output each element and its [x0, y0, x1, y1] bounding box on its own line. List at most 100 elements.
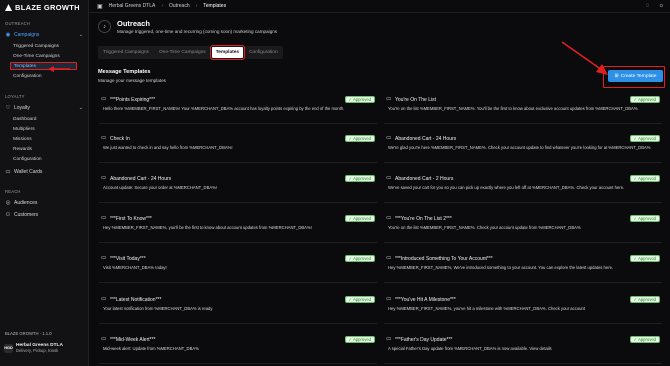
chevron-down-icon: ⌄ — [78, 104, 83, 111]
template-title: ***Father's Day Update*** — [395, 337, 453, 343]
tab-configuration[interactable]: Configuration — [245, 47, 282, 58]
message-icon: ▭ — [386, 255, 392, 261]
status-badge-label: Approved — [353, 136, 371, 141]
section-label-loyalty: LOYALTY — [5, 94, 25, 99]
sidebar-item-one-time-campaigns[interactable]: One-Time Campaigns — [13, 52, 60, 60]
sidebar-item-triggered-campaigns[interactable]: Triggered Campaigns — [13, 42, 59, 50]
check-icon: ✓ — [348, 337, 353, 342]
sidebar-item-campaigns[interactable]: ◉ Campaigns ⌄ — [4, 30, 85, 39]
version-label: BLAZE GROWTH · 1.1.0 — [5, 331, 52, 336]
status-badge-label: Approved — [638, 136, 656, 141]
template-body: Your latest notification from %MERCHANT_… — [103, 306, 213, 311]
message-icon: ▭ — [386, 135, 392, 141]
status-badge-label: Approved — [353, 297, 371, 302]
status-badge-label: Approved — [638, 297, 656, 302]
section-subtitle: Manage your message templates — [98, 78, 166, 83]
check-icon: ✓ — [633, 216, 638, 221]
store-switcher[interactable]: HGD Herbal Greens DTLA Delivery, Pickup,… — [4, 343, 63, 353]
template-card[interactable]: ▭ ***Visit Today*** ✓ Approved Visit %MERCHA… — [99, 253, 377, 283]
template-card[interactable]: ▭ ***You've Hit A Milestone*** ✓ Approved He… — [384, 294, 662, 324]
status-badge-label: Approved — [353, 256, 371, 261]
breadcrumb-item[interactable]: Herbal Greens DTLA — [109, 3, 156, 9]
template-card[interactable]: ▭ Abandoned Cart - 24 Hours ✓ Approved Accou… — [99, 173, 377, 203]
store-avatar: HGD — [4, 343, 13, 353]
sidebar-item-dashboard[interactable]: Dashboard — [13, 115, 36, 123]
sun-icon[interactable]: ☼ — [659, 3, 665, 9]
breadcrumb-item[interactable]: Outreach — [169, 3, 190, 9]
message-icon: ▭ — [101, 96, 107, 102]
status-badge: ✓ Approved — [629, 215, 660, 222]
template-title: Abandoned Cart - 24 Hours — [395, 136, 457, 142]
heart-icon: ♡ — [5, 104, 11, 111]
page-description: Manage triggered, one-time and recurring… — [117, 29, 278, 34]
sidebar-item-customers[interactable]: ⚇ Customers — [4, 210, 85, 219]
sidebar-item-campaign-configuration[interactable]: Configuration — [13, 72, 42, 80]
template-card[interactable]: ▭ You're On The List ✓ Approved You're on th… — [384, 94, 662, 124]
sidebar-toggle-icon[interactable]: ▣ — [97, 3, 103, 10]
brand-logo[interactable]: BLAZE GROWTH — [5, 3, 80, 12]
template-card[interactable]: ▭ ***Points Expiring*** ✓ Approved Hello the… — [99, 94, 377, 124]
message-icon: ▭ — [386, 296, 392, 302]
message-icon: ▭ — [386, 215, 392, 221]
sidebar-item-audiences[interactable]: ◎ Audiences — [4, 198, 85, 207]
status-badge-label: Approved — [638, 97, 656, 102]
section-label-outreach: OUTREACH — [5, 21, 31, 26]
template-card[interactable]: ▭ Abandoned Cart - 24 Hours ✓ Approved We're… — [384, 133, 662, 163]
status-badge: ✓ Approved — [629, 336, 660, 343]
template-card[interactable]: ▭ ***Mid-Week Alert*** ✓ Approved Mid-week a… — [99, 334, 377, 364]
template-card[interactable]: ▭ ***Introduced Something To Your Account… — [384, 253, 662, 283]
tab-one-time-campaigns[interactable]: One-Time Campaigns — [155, 47, 210, 58]
check-icon: ✓ — [633, 256, 638, 261]
megaphone-icon: ◉ — [5, 31, 11, 38]
sidebar-item-label: Loyalty — [14, 104, 30, 111]
template-title: Check In — [110, 136, 130, 142]
page-header: ♪ Outreach Manage triggered, one-time an… — [98, 19, 277, 34]
template-title: ***Points Expiring*** — [110, 97, 156, 103]
template-body: We're glad you're here %MEMBER_FIRST_NAM… — [388, 145, 651, 150]
card-icon: ▭ — [5, 168, 11, 175]
sidebar-item-label: Campaigns — [14, 31, 40, 38]
tab-triggered-campaigns[interactable]: Triggered Campaigns — [99, 47, 153, 58]
template-card[interactable]: ▭ Check In ✓ Approved We just wanted to chec… — [99, 133, 377, 163]
template-body: You're on the list %MEMBER_FIRST_NAME%. … — [388, 106, 638, 111]
check-icon: ✓ — [348, 97, 353, 102]
template-body: Visit %MERCHANT_DBA% today! — [103, 265, 167, 270]
sidebar-item-label: Customers — [14, 211, 39, 218]
sidebar-item-loyalty[interactable]: ♡ Loyalty ⌄ — [4, 103, 85, 112]
sidebar-item-multipliers[interactable]: Multipliers — [13, 125, 35, 133]
sidebar-item-rewards[interactable]: Rewards — [13, 145, 32, 153]
check-icon: ✓ — [348, 176, 353, 181]
sidebar-item-loyalty-configuration[interactable]: Configuration — [13, 155, 42, 163]
tab-templates[interactable]: Templates — [209, 45, 246, 60]
check-icon: ✓ — [348, 297, 353, 302]
template-card[interactable]: ▭ ***Father's Day Update*** ✓ Approved A spe… — [384, 334, 662, 364]
message-icon: ▭ — [101, 135, 107, 141]
logo-icon — [5, 4, 12, 11]
status-badge-label: Approved — [353, 216, 371, 221]
template-card[interactable]: ▭ Abandoned Cart - 2 Hours ✓ Approved We've … — [384, 173, 662, 203]
sidebar-item-label: Audiences — [14, 199, 38, 206]
template-card[interactable]: ▭ ***You're On The List 2*** ✓ Approved You'… — [384, 213, 662, 243]
section-label-reach: REACH — [5, 189, 21, 194]
message-icon: ▭ — [386, 96, 392, 102]
template-body: Mid-week alert: Update from %MERCHANT_DB… — [103, 346, 199, 351]
status-badge: ✓ Approved — [344, 96, 375, 103]
status-badge-label: Approved — [638, 256, 656, 261]
template-card[interactable]: ▭ ***Latest Notification*** ✓ Approved Your … — [99, 294, 377, 324]
template-card[interactable]: ▭ ***First To Know*** ✓ Approved Hey %MEMBER… — [99, 213, 377, 243]
template-title: Abandoned Cart - 24 Hours — [110, 176, 172, 182]
template-body: We've saved your cart for you so you can… — [388, 185, 625, 190]
tab-bar: Triggered Campaigns One-Time Campaigns T… — [98, 45, 283, 60]
create-template-button[interactable]: ⊞ Create Template — [608, 70, 663, 82]
status-badge-label: Approved — [638, 176, 656, 181]
chat-icon[interactable]: ◌ — [646, 3, 650, 9]
template-title: ***You're On The List 2*** — [395, 216, 452, 222]
sidebar-item-missions[interactable]: Missions — [13, 135, 32, 143]
template-title: ***You've Hit A Milestone*** — [395, 297, 456, 303]
topbar: ▣ Herbal Greens DTLA › Outreach › Templa… — [89, 0, 670, 13]
bell-icon: ♪ — [98, 20, 111, 33]
template-body: Account update: Secure your order at %ME… — [103, 185, 218, 190]
template-body: We just wanted to check in and say hello… — [103, 145, 233, 150]
create-template-label: Create Template — [620, 73, 657, 79]
sidebar-item-wallet-cards[interactable]: ▭ Wallet Cards — [4, 167, 85, 176]
